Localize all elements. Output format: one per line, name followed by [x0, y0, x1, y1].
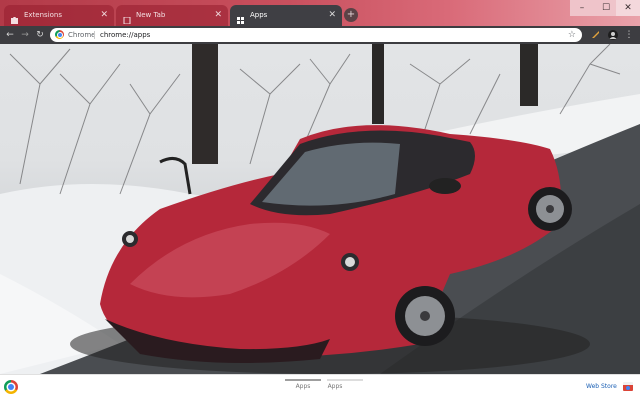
bookmark-star-icon[interactable]: ☆ [568, 28, 576, 42]
page-indicator-2[interactable] [327, 379, 363, 381]
chrome-logo-icon[interactable] [4, 380, 18, 394]
back-icon[interactable]: ← [3, 28, 17, 42]
apps-grid-icon [237, 12, 245, 24]
url-text[interactable]: chrome://apps [100, 28, 150, 42]
web-store-icon[interactable] [623, 382, 633, 391]
page-icon [123, 12, 131, 25]
tab-extensions[interactable]: Extensions ✕ [4, 5, 114, 26]
address-bar[interactable]: Chrome chrome://apps ☆ [50, 28, 582, 42]
chrome-site-icon [55, 30, 64, 39]
apps-bottom-bar: Apps Apps Web Store [0, 374, 640, 400]
tab-strip: Extensions ✕ New Tab ✕ Apps ✕ + – ☐ ✕ [0, 0, 640, 26]
page-indicator-label[interactable]: Apps [285, 383, 321, 390]
page-indicator-1[interactable] [285, 379, 321, 381]
scheme-label: Chrome [68, 31, 96, 39]
close-tab-icon[interactable]: ✕ [214, 5, 222, 26]
tab-label: Apps [250, 11, 268, 19]
minimize-button[interactable]: – [570, 0, 594, 16]
close-window-button[interactable]: ✕ [616, 0, 640, 16]
tab-label: New Tab [136, 11, 166, 19]
forward-icon[interactable]: → [18, 28, 32, 42]
profile-avatar[interactable] [606, 28, 620, 42]
tab-label: Extensions [24, 11, 63, 19]
puzzle-icon [11, 12, 19, 24]
maximize-button[interactable]: ☐ [594, 0, 618, 16]
toolbar: ← → ↻ Chrome chrome://apps ☆ ⋮ [0, 26, 640, 44]
extension-icon[interactable] [588, 28, 602, 42]
divider [94, 31, 95, 39]
web-store-link[interactable]: Web Store [586, 383, 617, 390]
background-photo [0, 44, 640, 374]
menu-icon[interactable]: ⋮ [622, 28, 636, 42]
page-indicator-label[interactable]: Apps [317, 383, 353, 390]
new-tab-button[interactable]: + [344, 8, 358, 22]
reload-icon[interactable]: ↻ [33, 28, 47, 42]
close-tab-icon[interactable]: ✕ [328, 5, 336, 26]
tab-new-tab[interactable]: New Tab ✕ [116, 5, 228, 26]
tab-apps[interactable]: Apps ✕ [230, 5, 342, 26]
close-tab-icon[interactable]: ✕ [100, 5, 108, 26]
